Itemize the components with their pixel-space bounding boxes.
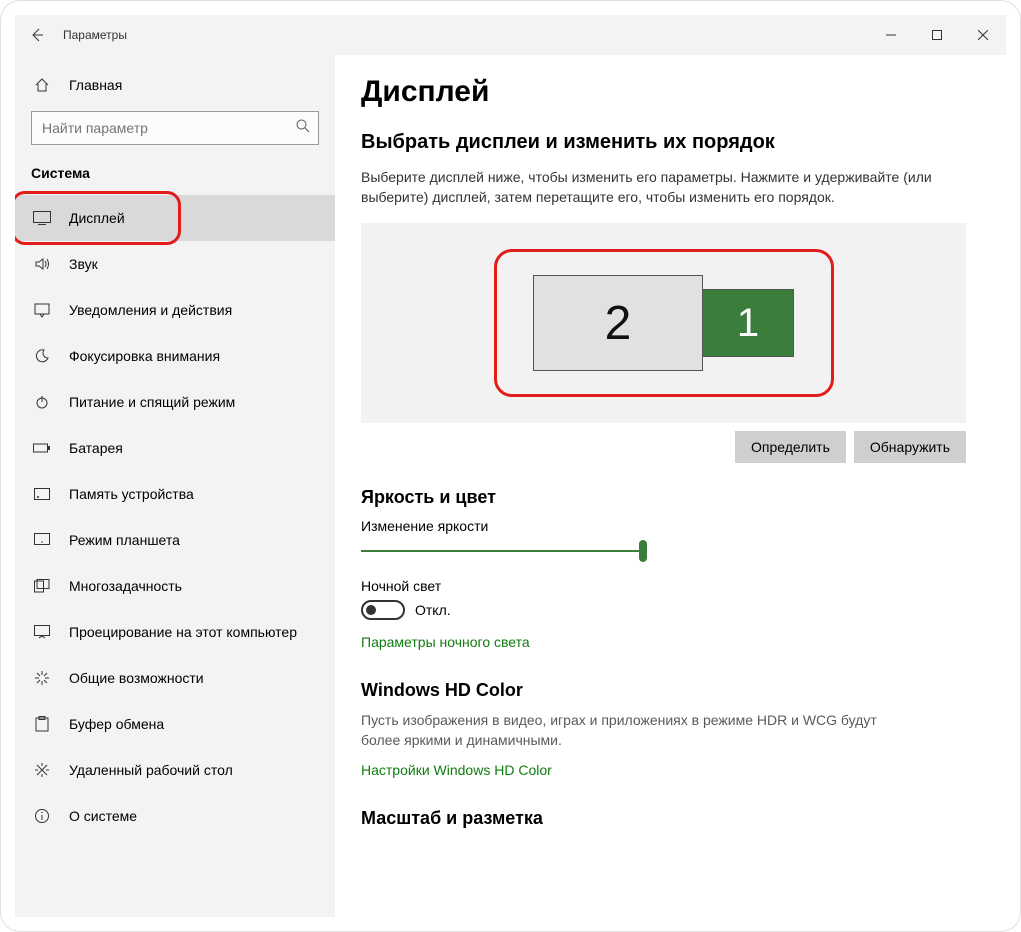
slider-track [361,550,647,552]
notifications-icon [31,302,53,318]
sound-icon [31,256,53,272]
identify-button[interactable]: Определить [735,431,846,463]
nav-label: Память устройства [69,486,194,502]
search-box[interactable] [31,111,319,145]
home-nav-item[interactable]: Главная [15,67,335,103]
power-icon [31,394,53,410]
window-title: Параметры [59,28,868,42]
nav-item-focus[interactable]: Фокусировка внимания [15,333,335,379]
info-icon [31,808,53,824]
category-heading: Система [15,159,335,195]
night-light-toggle[interactable] [361,600,405,620]
search-input[interactable] [31,111,319,145]
detect-button[interactable]: Обнаружить [854,431,966,463]
projecting-icon [31,625,53,639]
nav-item-clipboard[interactable]: Буфер обмена [15,701,335,747]
display-icon [31,211,53,225]
close-icon [978,30,988,40]
nav-label: Питание и спящий режим [69,394,235,410]
nav-item-about[interactable]: О системе [15,793,335,839]
maximize-icon [932,30,942,40]
hd-color-description: Пусть изображения в видео, играх и прило… [361,711,901,750]
sidebar: Главная Система Дисплей Звук [15,55,335,917]
nav-label: Батарея [69,440,123,456]
nav-label: О системе [69,808,137,824]
brightness-slider[interactable] [361,540,647,562]
arrange-heading: Выбрать дисплеи и изменить их порядок [361,131,966,154]
nav-label: Уведомления и действия [69,302,232,318]
arrow-left-icon [29,27,45,43]
maximize-button[interactable] [914,15,960,55]
display-box-2[interactable]: 2 [533,275,703,371]
nav-item-shared[interactable]: Общие возможности [15,655,335,701]
minimize-button[interactable] [868,15,914,55]
nav-label: Режим планшета [69,532,180,548]
minimize-icon [886,30,896,40]
display-box-1[interactable]: 1 [702,289,794,357]
nav-label: Буфер обмена [69,716,164,732]
storage-icon [31,488,53,500]
home-label: Главная [69,77,122,93]
hd-color-heading: Windows HD Color [361,680,966,701]
scale-heading: Масштаб и разметка [361,808,966,829]
night-light-label: Ночной свет [361,578,966,594]
arrange-description: Выберите дисплей ниже, чтобы изменить ег… [361,168,941,207]
night-light-settings-link[interactable]: Параметры ночного света [361,634,530,650]
brightness-heading: Яркость и цвет [361,487,966,508]
close-button[interactable] [960,15,1006,55]
nav-item-storage[interactable]: Память устройства [15,471,335,517]
nav-list: Дисплей Звук Уведомления и действия Фоку… [15,195,335,839]
content-area: Дисплей Выбрать дисплеи и изменить их по… [335,55,1006,917]
nav-label: Звук [69,256,98,272]
nav-item-display[interactable]: Дисплей [15,195,335,241]
nav-label: Общие возможности [69,670,204,686]
shared-icon [31,670,53,686]
nav-item-power[interactable]: Питание и спящий режим [15,379,335,425]
nav-label: Фокусировка внимания [69,348,220,364]
battery-icon [31,442,53,454]
nav-label: Многозадачность [69,578,182,594]
slider-thumb[interactable] [639,540,647,562]
tablet-icon [31,533,53,547]
nav-item-multitasking[interactable]: Многозадачность [15,563,335,609]
home-icon [31,77,53,93]
nav-item-sound[interactable]: Звук [15,241,335,287]
clipboard-icon [31,716,53,732]
search-icon [295,118,311,134]
remote-icon [31,762,53,778]
hd-color-settings-link[interactable]: Настройки Windows HD Color [361,762,552,778]
nav-label: Проецирование на этот компьютер [69,624,297,640]
toggle-state-label: Откл. [415,602,451,618]
multitasking-icon [31,579,53,593]
nav-item-notifications[interactable]: Уведомления и действия [15,287,335,333]
title-bar: Параметры [15,15,1006,55]
nav-item-remote[interactable]: Удаленный рабочий стол [15,747,335,793]
moon-icon [31,348,53,364]
page-title: Дисплей [361,75,966,109]
nav-label: Удаленный рабочий стол [69,762,233,778]
brightness-label: Изменение яркости [361,518,966,534]
back-button[interactable] [15,15,59,55]
nav-item-battery[interactable]: Батарея [15,425,335,471]
nav-item-projecting[interactable]: Проецирование на этот компьютер [15,609,335,655]
nav-label: Дисплей [69,210,125,226]
nav-item-tablet[interactable]: Режим планшета [15,517,335,563]
display-arrange-panel[interactable]: 2 1 [361,223,966,423]
